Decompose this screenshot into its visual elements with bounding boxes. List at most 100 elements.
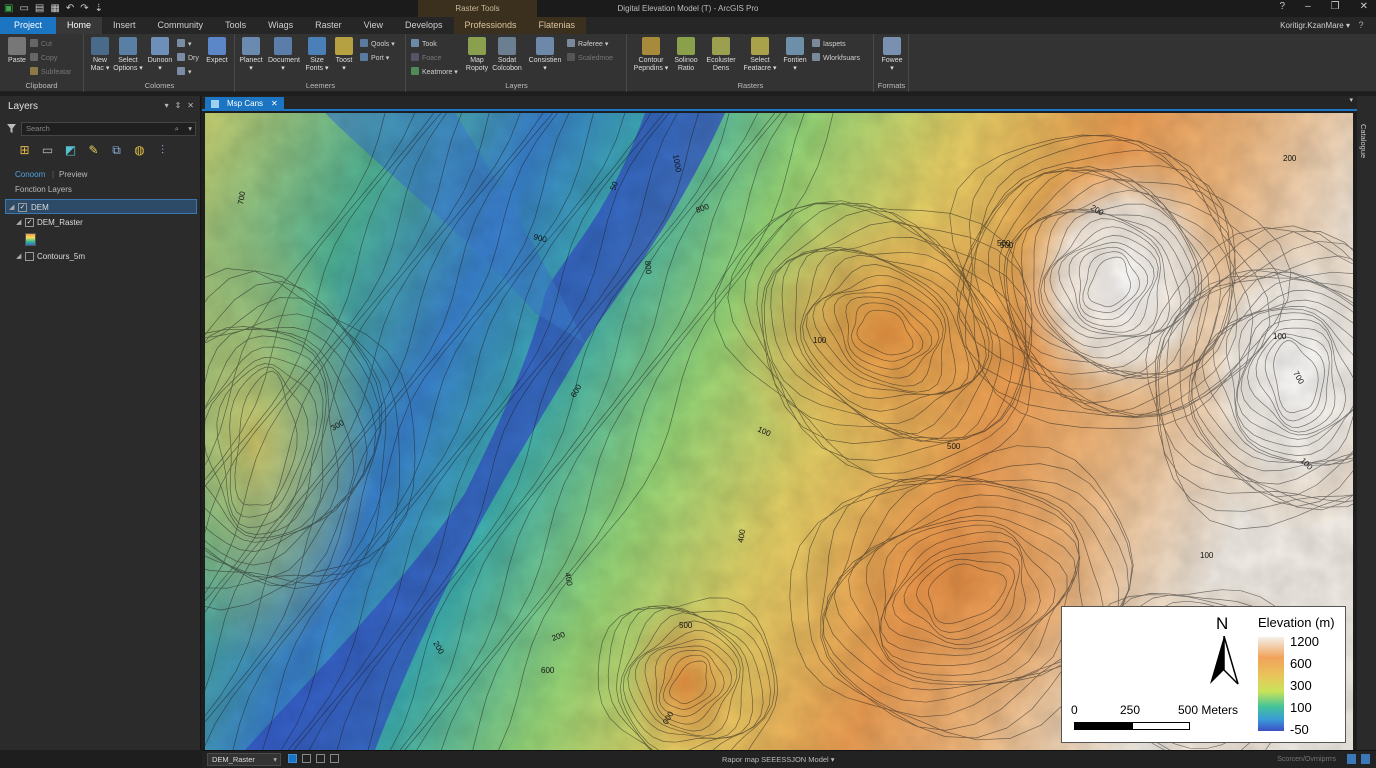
expand-arrow-icon[interactable]: ◢: [16, 215, 21, 230]
fontien-button[interactable]: Fontien ▾: [780, 37, 810, 73]
tab-project[interactable]: Pɾoject: [0, 17, 57, 34]
help-button[interactable]: ?: [1354, 17, 1368, 34]
tab-flatenias[interactable]: Flatenias: [527, 17, 587, 34]
select-feature-button[interactable]: Select Featacre ▾: [742, 37, 778, 73]
tab-map[interactable]: Msp Cans ✕: [205, 97, 284, 111]
solmoe-ratio-button[interactable]: Solinoo Ratio: [671, 37, 701, 73]
workspaces-button[interactable]: Wlorkfsuars: [812, 53, 860, 63]
list-by-snapping-icon[interactable]: ⧉: [109, 143, 124, 158]
tab-insert[interactable]: Insert: [102, 17, 147, 34]
pen-icon: [335, 37, 353, 55]
dry-button[interactable]: Dry: [177, 53, 199, 63]
tab-community[interactable]: Community: [147, 17, 215, 34]
maximize-button[interactable]: ❐: [1331, 1, 1340, 12]
group-layers: Took Foace Keatmore ▾ Map Ropoty Sodat C…: [407, 34, 627, 92]
layers-panel-content: Search ⌕ ▾ ⊞ ▭ ◩ ✎ ⧉ ◍ ⫶ Conoom | Previe…: [0, 96, 201, 750]
tab-preview[interactable]: Preview: [59, 170, 87, 179]
help-icon[interactable]: ?: [1280, 1, 1286, 12]
cut-button[interactable]: Cut: [30, 39, 52, 49]
copy-button[interactable]: Copy: [30, 53, 57, 63]
tab-view[interactable]: View: [353, 17, 394, 34]
grid-toggle-icon[interactable]: [302, 754, 311, 763]
tab-professionds[interactable]: Professionds: [453, 17, 528, 34]
keatmore-button[interactable]: Keatmore ▾: [411, 67, 458, 77]
reference-button[interactable]: Rəferee ▾: [567, 39, 608, 49]
layer-checkbox[interactable]: ✓: [18, 203, 27, 212]
status-message[interactable]: Rapor map SEEESSJON Model ▾: [722, 753, 835, 766]
took-button[interactable]: Took: [411, 39, 437, 49]
layer-item-contours[interactable]: ◢ Contours_5m: [5, 249, 197, 264]
open-project-icon[interactable]: ▤: [35, 3, 44, 14]
expand-arrow-icon[interactable]: ◢: [16, 249, 21, 264]
port-button[interactable]: Port ▾: [360, 53, 389, 63]
tab-overflow-icon[interactable]: ▾: [1349, 96, 1353, 104]
list-by-drawing-order-icon[interactable]: ⊞: [17, 143, 32, 158]
layer-checkbox[interactable]: [25, 252, 34, 261]
subtitle-button[interactable]: Subfeatar: [30, 67, 71, 77]
list-by-editing-icon[interactable]: ✎: [86, 143, 101, 158]
tab-develops[interactable]: Develops: [394, 17, 454, 34]
map-tab-label: Msp Cans: [227, 99, 264, 108]
layer-select[interactable]: DEM_Raster ▾: [207, 753, 281, 766]
snapping-toggle-icon[interactable]: [288, 754, 297, 763]
map-legend[interactable]: N Elevation (m) 1200 600 300 100 -50 0 2…: [1061, 606, 1346, 743]
paste-button[interactable]: Paste: [2, 37, 32, 65]
tab-contents[interactable]: Conoom: [15, 170, 45, 179]
undo-icon[interactable]: ↶: [66, 3, 74, 14]
legend-title: Elevation (m): [1258, 615, 1335, 630]
list-by-labeling-icon[interactable]: ◍: [132, 143, 147, 158]
map-view[interactable]: 1000 700 50 800 800 900 500 200 500 200 …: [205, 113, 1353, 750]
save-icon[interactable]: ▦: [50, 3, 59, 14]
social-collection-button[interactable]: Sodat Colcobon: [492, 37, 522, 73]
select-feature-icon: [751, 37, 769, 55]
new-project-icon[interactable]: ▭: [19, 3, 28, 14]
layer-checkbox[interactable]: ✓: [25, 218, 34, 227]
close-button[interactable]: ✕: [1360, 1, 1368, 12]
constraint-toggle-icon[interactable]: [316, 754, 325, 763]
layer-item-dem[interactable]: ◢ ✓ DEM: [5, 199, 197, 214]
tab-home[interactable]: Home: [56, 17, 103, 34]
expect-button[interactable]: Expect: [202, 37, 232, 65]
size-fonts-button[interactable]: Size Fonts ▾: [302, 37, 332, 73]
fowee-button[interactable]: Fowee ▾: [877, 37, 907, 73]
pause-drawing-icon[interactable]: [1347, 754, 1356, 764]
tab-raster[interactable]: Raster: [304, 17, 353, 34]
list-by-selection-icon[interactable]: ◩: [63, 143, 78, 158]
elevation-colorbar: [1258, 637, 1284, 731]
ecoluster-dens-button[interactable]: Ecoluster Dens: [703, 37, 739, 73]
search-icon[interactable]: ⌕: [175, 123, 179, 135]
tools-button[interactable]: Toost ▾: [329, 37, 359, 73]
planect-button[interactable]: Planect ▾: [236, 37, 266, 73]
filter-icon[interactable]: [7, 124, 16, 133]
select-options-button[interactable]: Select Options ▾: [113, 37, 143, 73]
new-map-button[interactable]: New Mac ▾: [85, 37, 115, 73]
foace-button[interactable]: Foace: [411, 53, 441, 63]
list-button[interactable]: ▾: [177, 39, 192, 49]
tab-wiags[interactable]: Wiags: [257, 17, 304, 34]
minimize-button[interactable]: –: [1305, 1, 1311, 12]
search-input[interactable]: Search ⌕ ▾: [21, 122, 196, 136]
contour-button[interactable]: Contour Pepndins ▾: [632, 37, 670, 73]
list-by-source-icon[interactable]: ▭: [40, 143, 55, 158]
customize-qat-icon[interactable]: ⇣: [95, 3, 103, 14]
refresh-icon[interactable]: [330, 754, 339, 763]
grid-options-button[interactable]: ▾: [177, 67, 192, 77]
full-extent-icon[interactable]: [1361, 754, 1370, 764]
map-report-button[interactable]: Map Ropoty: [462, 37, 492, 73]
iaspets-button[interactable]: Iaspets: [812, 39, 846, 49]
search-options-icon[interactable]: ▾: [188, 123, 192, 135]
expand-arrow-icon[interactable]: ◢: [9, 200, 14, 215]
map-tab-close-icon[interactable]: ✕: [271, 97, 278, 111]
reference-icon: [567, 39, 575, 47]
document-button[interactable]: Document ▾: [268, 37, 300, 73]
tab-tools[interactable]: Tools: [214, 17, 257, 34]
layer-item-dem-raster[interactable]: ◢ ✓ DEM_Raster: [5, 215, 197, 230]
scaledmore-button[interactable]: Scaledmoe: [567, 53, 613, 63]
dungeon-button[interactable]: Dunoon ▾: [145, 37, 175, 73]
goals-button[interactable]: Qools ▾: [360, 39, 395, 49]
redo-icon[interactable]: ↷: [80, 3, 88, 14]
catalogue-pane-tab[interactable]: Catalogue: [1359, 124, 1368, 158]
list-by-charts-icon[interactable]: ⫶: [155, 143, 170, 158]
consistien-button[interactable]: Consistien ▾: [525, 37, 565, 73]
account-menu[interactable]: Koritigr.KzanMare ▾: [1280, 17, 1350, 34]
